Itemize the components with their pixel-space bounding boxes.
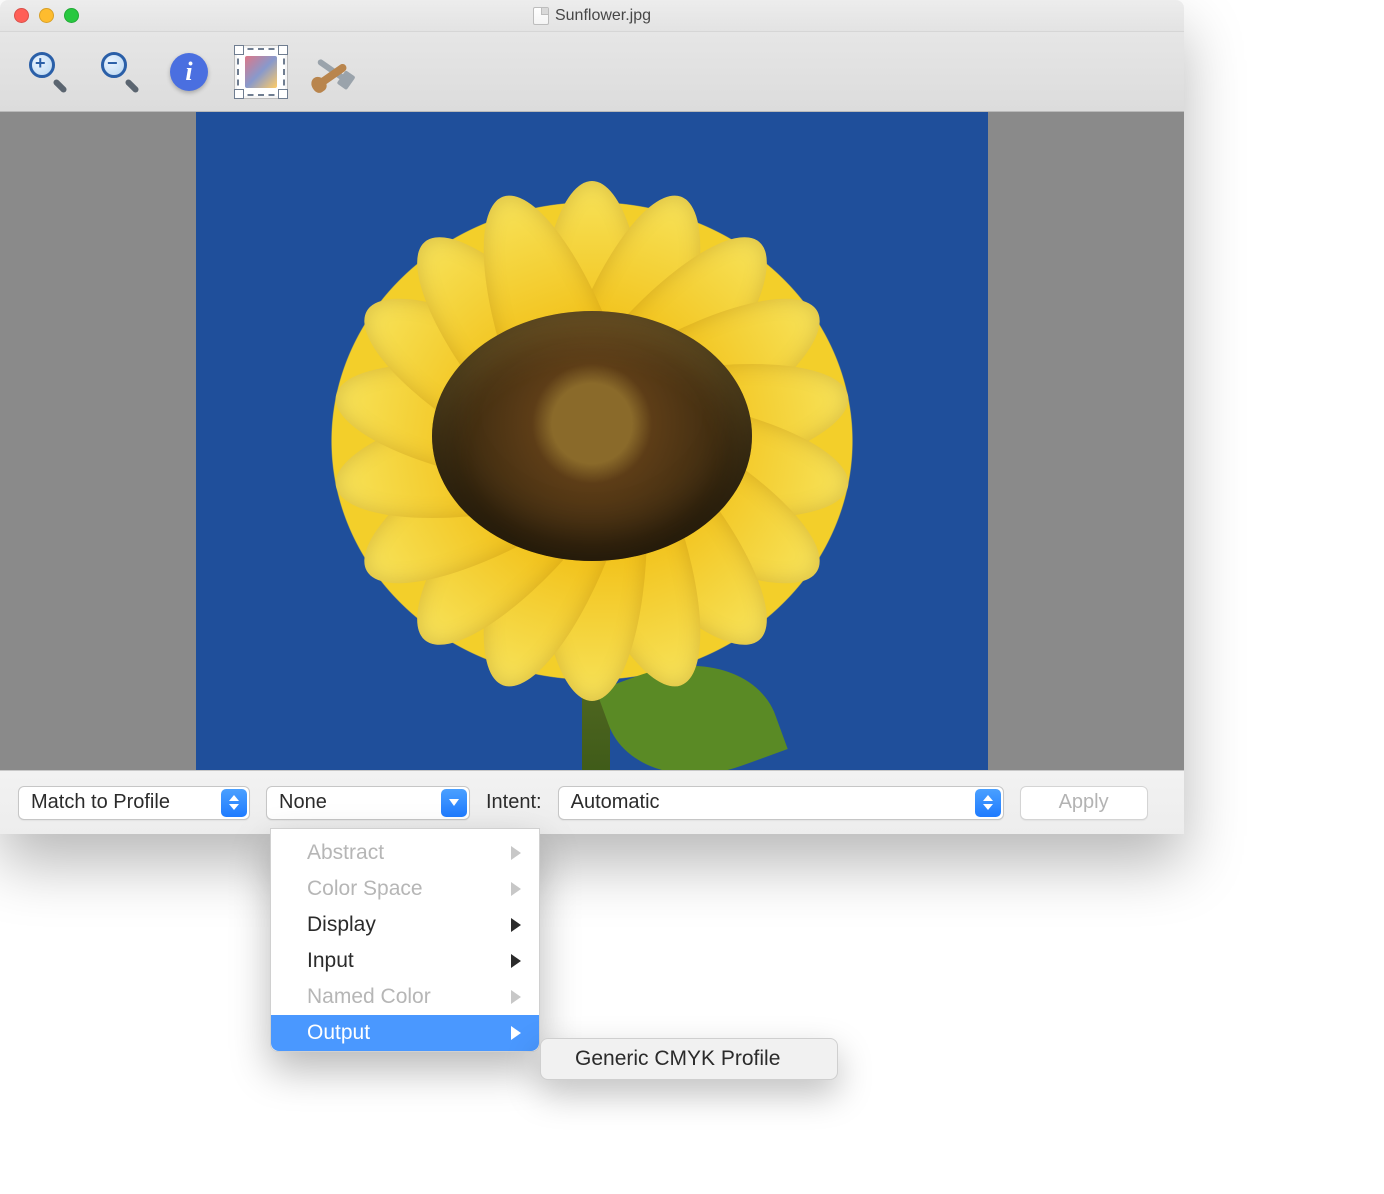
menu-item-label: Named Color [307,985,431,1009]
zoom-in-button[interactable]: + [18,45,72,99]
titlebar: Sunflower.jpg [0,0,1184,32]
profile-menu-item-abstract: Abstract [271,835,539,871]
zoom-out-icon: − [97,52,137,92]
image-size-button[interactable] [234,45,288,99]
minimize-window-button[interactable] [39,8,54,23]
menu-item-label: Display [307,913,376,937]
action-select[interactable]: Match to Profile [18,786,250,820]
window-controls [14,8,79,23]
stepper-icon [221,789,247,817]
displayed-image[interactable] [196,112,988,770]
action-select-value: Match to Profile [31,791,170,814]
profile-select-value: None [279,791,327,814]
intent-label: Intent: [486,791,542,814]
profile-menu: Abstract Color Space Display Input Named Col… [270,828,540,1052]
color-controls-bar: Match to Profile None Intent: Automatic … [0,770,1184,834]
profile-menu-item-display[interactable]: Display [271,907,539,943]
profile-submenu-item[interactable]: Generic CMYK Profile [540,1038,838,1080]
chevron-right-icon [511,918,521,932]
canvas-area [0,112,1184,770]
chevron-right-icon [511,1026,521,1040]
zoom-window-button[interactable] [64,8,79,23]
close-window-button[interactable] [14,8,29,23]
profile-menu-item-input[interactable]: Input [271,943,539,979]
zoom-out-button[interactable]: − [90,45,144,99]
stepper-icon [975,789,1001,817]
profile-menu-item-named-color: Named Color [271,979,539,1015]
info-icon: i [170,53,208,91]
app-window: Sunflower.jpg + − i [0,0,1184,834]
menu-item-label: Abstract [307,841,384,865]
menu-item-label: Color Space [307,877,423,901]
profile-submenu-item-label: Generic CMYK Profile [575,1047,780,1071]
chevron-right-icon [511,882,521,896]
window-title: Sunflower.jpg [0,7,1184,25]
profile-menu-item-color-space: Color Space [271,871,539,907]
info-button[interactable]: i [162,45,216,99]
chevron-right-icon [511,954,521,968]
intent-select-value: Automatic [571,791,660,814]
profile-select[interactable]: None [266,786,470,820]
tools-icon [311,50,355,94]
profile-menu-item-output[interactable]: Output [271,1015,539,1051]
toolbar: + − i [0,32,1184,112]
menu-item-label: Output [307,1021,370,1045]
apply-button-label: Apply [1059,791,1109,814]
zoom-in-icon: + [25,52,65,92]
resize-icon [237,48,285,96]
window-title-text: Sunflower.jpg [555,7,651,25]
adjust-tools-button[interactable] [306,45,360,99]
intent-select[interactable]: Automatic [558,786,1004,820]
apply-button[interactable]: Apply [1020,786,1148,820]
document-icon [533,7,549,25]
chevron-right-icon [511,990,521,1004]
menu-item-label: Input [307,949,354,973]
dropdown-icon [441,789,467,817]
chevron-right-icon [511,846,521,860]
